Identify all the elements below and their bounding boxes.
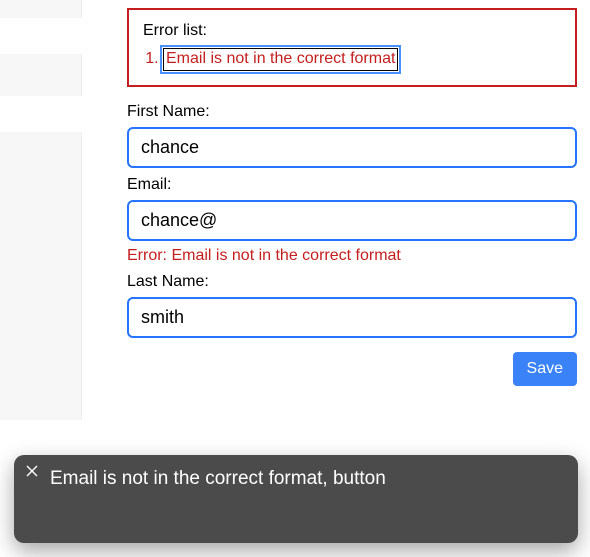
last-name-input[interactable] — [127, 297, 577, 338]
screen-reader-toast: Email is not in the correct format, butt… — [14, 455, 578, 543]
save-button[interactable]: Save — [513, 352, 577, 386]
actions-row: Save — [127, 352, 577, 386]
field-group-first-name: First Name: — [127, 103, 577, 168]
error-summary-item: Email is not in the correct format — [163, 48, 561, 71]
field-group-last-name: Last Name: — [127, 273, 577, 338]
sidebar-ghost-item — [0, 18, 82, 54]
first-name-input[interactable] — [127, 127, 577, 168]
form-content: Error list: Email is not in the correct … — [127, 8, 577, 386]
error-summary-link[interactable]: Email is not in the correct format — [163, 48, 398, 71]
first-name-label: First Name: — [127, 103, 577, 121]
sidebar-sliver — [0, 0, 82, 420]
email-inline-error: Error: Email is not in the correct forma… — [127, 247, 577, 265]
email-input[interactable] — [127, 200, 577, 241]
field-group-email: Email: Error: Email is not in the correc… — [127, 176, 577, 265]
close-icon[interactable] — [26, 465, 40, 479]
screen-reader-toast-text: Email is not in the correct format, butt… — [50, 467, 562, 492]
sidebar-ghost-item — [0, 96, 82, 132]
error-summary-box: Error list: Email is not in the correct … — [127, 8, 577, 87]
error-summary-heading: Error list: — [143, 22, 561, 40]
error-summary-list: Email is not in the correct format — [143, 48, 561, 71]
email-label: Email: — [127, 176, 577, 194]
last-name-label: Last Name: — [127, 273, 577, 291]
